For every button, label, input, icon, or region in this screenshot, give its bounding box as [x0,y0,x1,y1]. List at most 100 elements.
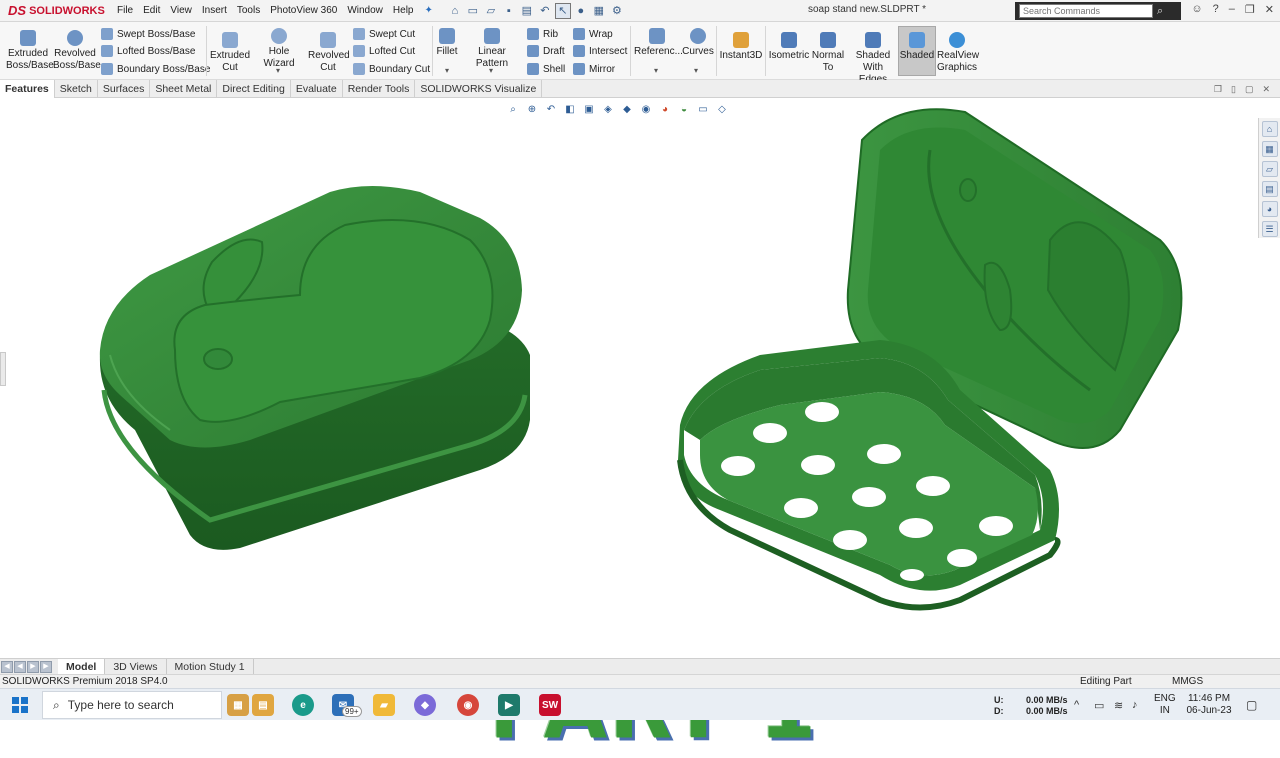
swept-boss-button[interactable]: Swept Boss/Base [101,28,195,40]
next-tab-arrow-icon[interactable]: ▶ [27,660,39,673]
last-tab-arrow-icon[interactable]: ▶ [40,660,52,673]
tab-surfaces[interactable]: Surfaces [98,80,151,98]
vscode-icon[interactable]: ▶ [498,694,520,716]
isometric-button[interactable]: Isometric [768,32,810,62]
prev-tab-arrow-icon[interactable]: ◀ [14,660,26,673]
new-document-icon[interactable]: ▭ [465,3,481,19]
lofted-cut-button[interactable]: Lofted Cut [353,45,415,57]
file-explorer-icon[interactable]: ▱ [1261,161,1278,177]
viewport-close-icon[interactable]: ✕ [1262,84,1270,95]
taskbar-search[interactable]: ⌕ Type here to search [42,691,222,719]
close-icon[interactable]: ✕ [1265,3,1274,16]
edge-browser-icon[interactable]: e [292,694,314,716]
shaded-with-edges-button[interactable]: Shaded With Edges [848,32,898,86]
tab-sheet-metal[interactable]: Sheet Metal [150,80,218,98]
tab-features[interactable]: Features [0,80,55,98]
instant3d-button[interactable]: Instant3D [719,32,763,62]
intersect-button[interactable]: Intersect [573,45,627,57]
revolved-cut-button[interactable]: Revolved Cut [308,32,350,74]
store-icon[interactable]: ▤ [252,694,274,716]
chevron-up-icon[interactable]: ^ [1074,699,1079,711]
viewport-restore-icon[interactable]: ❐ [1214,84,1222,95]
wrap-button[interactable]: Wrap [573,28,613,40]
tab-render-tools[interactable]: Render Tools [343,80,416,98]
help-icon[interactable]: ? [1213,3,1219,16]
viewport-tile-icon[interactable]: ▯ [1231,84,1236,95]
language-indicator[interactable]: ENG IN [1154,693,1176,717]
options-gear-icon[interactable]: ⚙ [609,3,625,19]
custom-properties-icon[interactable]: ☰ [1261,221,1278,237]
tab-model[interactable]: Model [58,658,106,675]
copilot-icon[interactable]: ◆ [414,694,436,716]
hole-wizard-button[interactable]: Hole Wizard [253,28,305,70]
rebuild-icon[interactable]: ● [573,3,589,19]
feature-manager-collapse-handle[interactable] [0,352,6,386]
fillet-button[interactable]: Fillet [436,28,458,58]
save-icon[interactable]: ▪ [501,3,517,19]
draft-button[interactable]: Draft [527,45,565,57]
notification-icon[interactable]: ▢ [1246,698,1257,712]
appearances-icon[interactable]: ◕ [1261,201,1278,217]
mirror-button[interactable]: Mirror [573,63,615,75]
menu-window[interactable]: Window [342,5,388,16]
realview-graphics-button[interactable]: RealView Graphics [937,32,979,74]
restore-icon[interactable]: ❐ [1245,3,1255,16]
wifi-icon[interactable]: ≋ [1114,699,1123,712]
normal-to-button[interactable]: Normal To [811,32,845,74]
linear-pattern-button[interactable]: Linear Pattern [462,28,522,70]
hole-wizard-dropdown-icon[interactable]: ▾ [276,66,280,75]
unit-system[interactable]: MMGS [1172,676,1203,687]
solidworks-taskbar-icon[interactable]: SW [539,694,561,716]
clock[interactable]: 11:46 PM 06-Jun-23 [1186,693,1232,717]
revolved-boss-button[interactable]: Revolved Boss/Base [53,30,101,72]
reference-dropdown-icon[interactable]: ▾ [654,66,658,75]
tab-evaluate[interactable]: Evaluate [291,80,343,98]
solidworks-logo[interactable]: DS SOLIDWORKS [0,0,112,22]
viewport-maximize-icon[interactable]: ▢ [1245,84,1254,95]
battery-icon[interactable]: ▭ [1094,699,1104,712]
select-icon[interactable]: ↖ [554,2,571,19]
menu-file[interactable]: File [112,5,138,16]
menu-tools[interactable]: Tools [232,5,265,16]
windows-start-icon[interactable] [12,697,28,713]
home-icon[interactable]: ⌂ [1261,121,1278,137]
shell-button[interactable]: Shell [527,63,565,75]
curves-dropdown-icon[interactable]: ▾ [694,66,698,75]
tab-3d-views[interactable]: 3D Views [105,658,167,675]
menu-help[interactable]: Help [388,5,419,16]
search-input[interactable] [1019,4,1153,18]
widgets-icon[interactable]: ▦ [227,694,249,716]
home-icon[interactable]: ⌂ [447,3,463,19]
curves-button[interactable]: Curves [682,28,714,58]
user-icon[interactable]: ☺ [1191,3,1202,16]
view-palette-icon[interactable]: ▤ [1261,181,1278,197]
tab-direct-editing[interactable]: Direct Editing [217,80,291,98]
first-tab-arrow-icon[interactable]: ◀ [1,660,13,673]
file-properties-icon[interactable]: ▦ [591,3,607,19]
chrome-icon[interactable]: ◉ [457,694,479,716]
extruded-cut-button[interactable]: Extruded Cut [210,32,250,74]
volume-icon[interactable]: ♪ [1132,699,1138,711]
reference-geometry-button[interactable]: Referenc... [634,28,683,58]
swept-cut-button[interactable]: Swept Cut [353,28,415,40]
graphics-area[interactable]: PART 1 [0,98,1258,756]
menu-edit[interactable]: Edit [138,5,165,16]
tab-motion-study[interactable]: Motion Study 1 [167,658,254,675]
fillet-dropdown-icon[interactable]: ▾ [445,66,449,75]
tab-solidworks-visualize[interactable]: SOLIDWORKS Visualize [415,80,543,98]
file-explorer-icon[interactable]: ▰ [373,694,395,716]
menu-view[interactable]: View [165,5,197,16]
minimize-icon[interactable]: – [1229,3,1235,16]
boundary-cut-button[interactable]: Boundary Cut [353,63,430,75]
pattern-dropdown-icon[interactable]: ▾ [489,66,493,75]
menu-photoview[interactable]: PhotoView 360 [265,5,342,16]
menu-insert[interactable]: Insert [197,5,232,16]
shaded-button[interactable]: Shaded [899,32,935,62]
tab-sketch[interactable]: Sketch [55,80,98,98]
undo-icon[interactable]: ↶ [537,3,553,19]
open-icon[interactable]: ▱ [483,3,499,19]
search-icon[interactable]: ⌕ [1157,5,1163,18]
pin-icon[interactable]: ✦ [424,5,432,16]
boundary-boss-button[interactable]: Boundary Boss/Base [101,63,210,75]
extruded-boss-button[interactable]: Extruded Boss/Base [6,30,54,72]
